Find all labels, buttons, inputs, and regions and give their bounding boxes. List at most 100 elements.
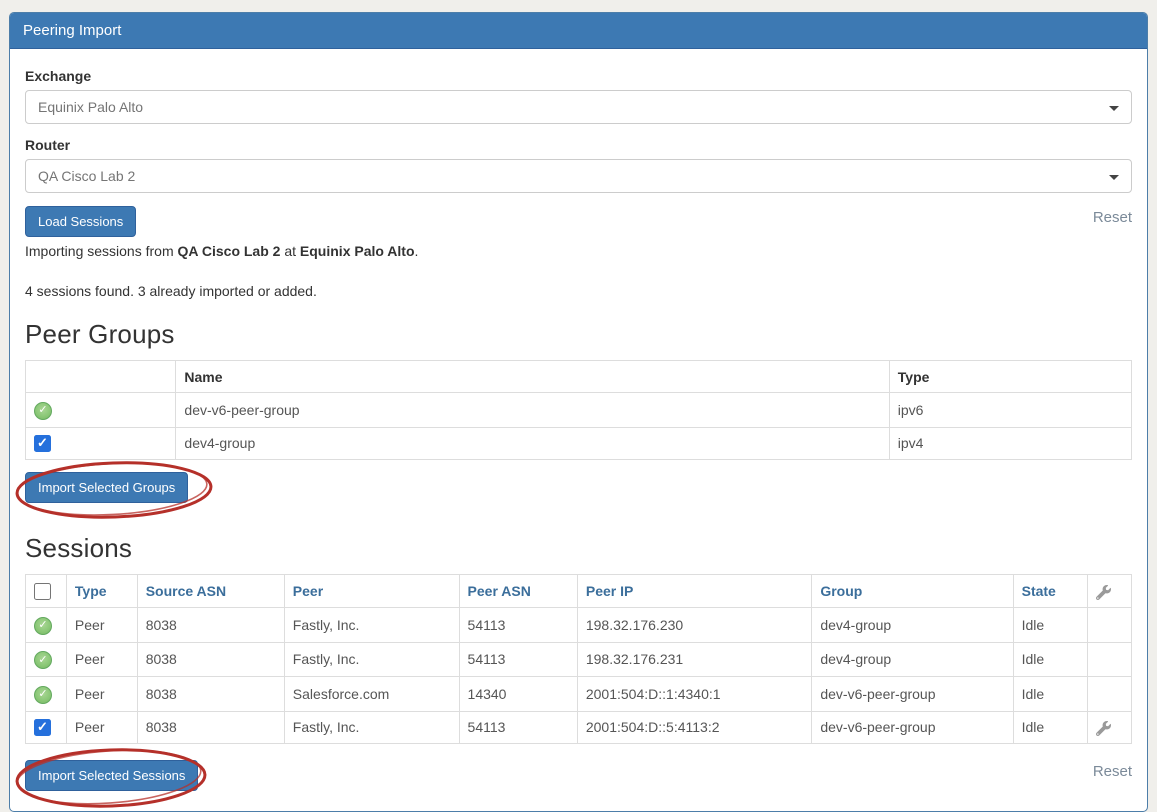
sessions-heading: Sessions xyxy=(25,533,1132,564)
source-asn-column-header: Source ASN xyxy=(137,575,284,608)
select-all-column-header xyxy=(26,575,67,608)
peer-ip-cell: 2001:504:D::1:4340:1 xyxy=(577,677,811,712)
peer-asn-cell: 14340 xyxy=(459,677,577,712)
state-cell: Idle xyxy=(1013,677,1087,712)
select-all-checkbox[interactable] xyxy=(34,583,51,600)
state-cell: Idle xyxy=(1013,711,1087,744)
source-asn-cell: 8038 xyxy=(137,642,284,677)
peer-groups-status-column-header xyxy=(26,361,176,393)
source-asn-cell: 8038 xyxy=(137,608,284,643)
state-cell: Idle xyxy=(1013,642,1087,677)
footer-actions-row: Import Selected Sessions Reset xyxy=(25,760,1132,799)
sessions-table: Type Source ASN Peer Peer ASN Peer IP Gr… xyxy=(25,574,1132,744)
peer-groups-type-column-header: Type xyxy=(889,361,1131,393)
peer-groups-name-column-header: Name xyxy=(176,361,889,393)
peer-asn-cell: 54113 xyxy=(459,642,577,677)
group-select-checkbox[interactable] xyxy=(34,435,51,452)
group-column-header: Group xyxy=(812,575,1013,608)
router-select[interactable]: QA Cisco Lab 2 xyxy=(25,159,1132,193)
type-cell: Peer xyxy=(66,711,137,744)
peer-cell: Fastly, Inc. xyxy=(284,608,459,643)
status-cell: ✓ xyxy=(26,677,67,712)
group-cell: dev-v6-peer-group xyxy=(812,711,1013,744)
peer-cell: Salesforce.com xyxy=(284,677,459,712)
table-row: ✓ dev-v6-peer-group ipv6 xyxy=(26,393,1132,428)
peer-ip-cell: 198.32.176.231 xyxy=(577,642,811,677)
peer-asn-cell: 54113 xyxy=(459,711,577,744)
peer-ip-cell: 198.32.176.230 xyxy=(577,608,811,643)
table-row: Peer 8038 Fastly, Inc. 54113 2001:504:D:… xyxy=(26,711,1132,744)
peer-ip-column-header: Peer IP xyxy=(577,575,811,608)
table-row: ✓ Peer 8038 Salesforce.com 14340 2001:50… xyxy=(26,677,1132,712)
status-cell: ✓ xyxy=(26,642,67,677)
importing-prefix: Importing sessions from xyxy=(25,243,178,259)
exchange-label: Exchange xyxy=(25,68,1132,84)
peering-import-panel: Peering Import Exchange Equinix Palo Alt… xyxy=(9,12,1148,812)
importing-router-name: QA Cisco Lab 2 xyxy=(178,243,281,259)
wrench-icon[interactable] xyxy=(1096,721,1111,736)
imported-check-icon: ✓ xyxy=(34,617,52,635)
type-cell: Peer xyxy=(66,677,137,712)
group-type-cell: ipv6 xyxy=(889,393,1131,428)
imported-check-icon: ✓ xyxy=(34,651,52,669)
chevron-down-icon xyxy=(1109,106,1119,111)
state-cell: Idle xyxy=(1013,608,1087,643)
router-label: Router xyxy=(25,137,1132,153)
reset-link-top[interactable]: Reset xyxy=(1093,209,1132,226)
peer-column-header: Peer xyxy=(284,575,459,608)
importing-exchange-name: Equinix Palo Alto xyxy=(300,243,415,259)
import-groups-annotated-area: Import Selected Groups xyxy=(25,472,188,503)
type-column-header: Type xyxy=(66,575,137,608)
config-column-header xyxy=(1087,575,1131,608)
import-selected-groups-button[interactable]: Import Selected Groups xyxy=(25,472,188,503)
group-name-cell: dev4-group xyxy=(176,427,889,460)
peer-asn-column-header: Peer ASN xyxy=(459,575,577,608)
peer-ip-cell: 2001:504:D::5:4113:2 xyxy=(577,711,811,744)
peer-groups-heading: Peer Groups xyxy=(25,319,1132,350)
status-cell: ✓ xyxy=(26,393,176,428)
group-name-cell: dev-v6-peer-group xyxy=(176,393,889,428)
session-select-checkbox[interactable] xyxy=(34,719,51,736)
exchange-selected-value: Equinix Palo Alto xyxy=(38,99,143,115)
state-column-header: State xyxy=(1013,575,1087,608)
status-cell xyxy=(26,711,67,744)
source-asn-cell: 8038 xyxy=(137,677,284,712)
group-type-cell: ipv4 xyxy=(889,427,1131,460)
group-cell: dev-v6-peer-group xyxy=(812,677,1013,712)
imported-check-icon: ✓ xyxy=(34,686,52,704)
router-selected-value: QA Cisco Lab 2 xyxy=(38,168,135,184)
importing-note: Importing sessions from QA Cisco Lab 2 a… xyxy=(25,243,1132,259)
table-row: ✓ Peer 8038 Fastly, Inc. 54113 198.32.17… xyxy=(26,608,1132,643)
source-asn-cell: 8038 xyxy=(137,711,284,744)
reset-link-bottom[interactable]: Reset xyxy=(1093,763,1132,780)
type-cell: Peer xyxy=(66,642,137,677)
peer-groups-header-row: Name Type xyxy=(26,361,1132,393)
status-cell xyxy=(26,427,176,460)
config-cell xyxy=(1087,711,1131,744)
imported-check-icon: ✓ xyxy=(34,402,52,420)
panel-title: Peering Import xyxy=(10,13,1147,49)
load-actions-row: Load Sessions Reset xyxy=(25,206,1132,237)
importing-at: at xyxy=(280,243,299,259)
import-selected-sessions-button[interactable]: Import Selected Sessions xyxy=(25,760,198,791)
peer-groups-table: Name Type ✓ dev-v6-peer-group ipv6 dev4-… xyxy=(25,360,1132,460)
wrench-icon xyxy=(1096,585,1111,600)
group-cell: dev4-group xyxy=(812,642,1013,677)
exchange-select[interactable]: Equinix Palo Alto xyxy=(25,90,1132,124)
peer-asn-cell: 54113 xyxy=(459,608,577,643)
config-cell xyxy=(1087,642,1131,677)
config-cell xyxy=(1087,608,1131,643)
sessions-summary: 4 sessions found. 3 already imported or … xyxy=(25,283,1132,299)
type-cell: Peer xyxy=(66,608,137,643)
panel-body: Exchange Equinix Palo Alto Router QA Cis… xyxy=(10,49,1147,811)
peer-cell: Fastly, Inc. xyxy=(284,642,459,677)
importing-period: . xyxy=(415,243,419,259)
table-row: ✓ Peer 8038 Fastly, Inc. 54113 198.32.17… xyxy=(26,642,1132,677)
import-sessions-annotated-area: Import Selected Sessions xyxy=(25,760,198,791)
peer-cell: Fastly, Inc. xyxy=(284,711,459,744)
load-sessions-button[interactable]: Load Sessions xyxy=(25,206,136,237)
status-cell: ✓ xyxy=(26,608,67,643)
group-cell: dev4-group xyxy=(812,608,1013,643)
table-row: dev4-group ipv4 xyxy=(26,427,1132,460)
config-cell xyxy=(1087,677,1131,712)
